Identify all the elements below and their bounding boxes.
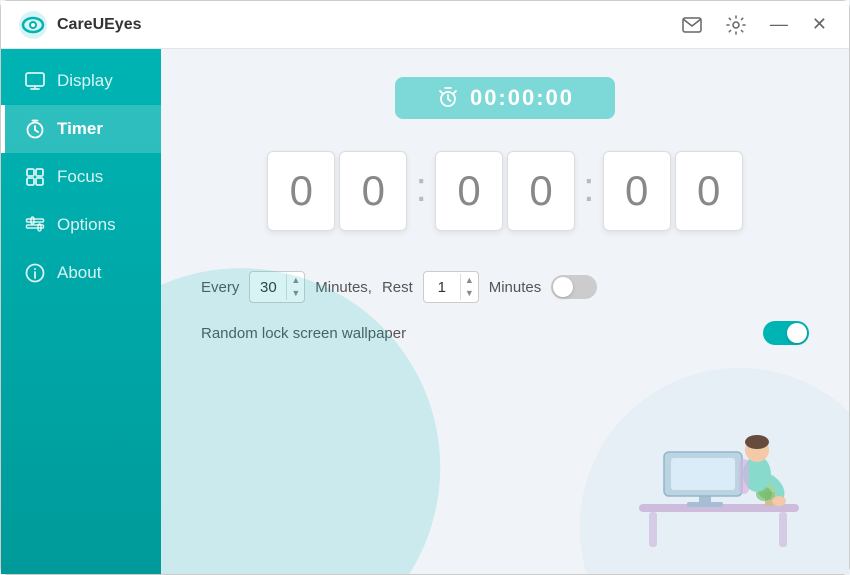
timer-badge: 00:00:00 <box>395 77 615 119</box>
rest-spinner[interactable]: ▲ ▼ <box>423 271 479 303</box>
minute-digit-2: 0 <box>507 151 575 231</box>
titlebar: CareUEyes — ✕ <box>1 1 849 49</box>
every-label: Every <box>201 279 239 296</box>
sidebar-label-about: About <box>57 263 101 283</box>
wallpaper-toggle[interactable] <box>763 321 809 345</box>
email-icon <box>682 17 702 33</box>
app-title: CareUEyes <box>57 16 676 34</box>
rest-down-arrow[interactable]: ▼ <box>461 287 478 300</box>
every-value[interactable] <box>250 279 286 296</box>
minutes-group: 0 0 <box>435 151 575 231</box>
rest-up-arrow[interactable]: ▲ <box>461 274 478 287</box>
app-logo <box>17 9 49 41</box>
focus-icon <box>25 167 45 187</box>
hours-group: 0 0 <box>267 151 407 231</box>
every-spinner[interactable]: ▲ ▼ <box>249 271 305 303</box>
gear-icon <box>726 15 746 35</box>
settings-button[interactable] <box>720 11 752 39</box>
every-arrows: ▲ ▼ <box>286 274 304 300</box>
options-icon <box>25 215 45 235</box>
sidebar-item-options[interactable]: Options <box>1 201 161 249</box>
about-icon <box>25 263 45 283</box>
colon-2: : <box>579 163 599 211</box>
minimize-icon: — <box>770 14 788 35</box>
rest-arrows: ▲ ▼ <box>460 274 478 300</box>
titlebar-actions: — ✕ <box>676 10 833 39</box>
sidebar-item-timer[interactable]: Timer <box>1 105 161 153</box>
sidebar-label-display: Display <box>57 71 113 91</box>
timer-toggle[interactable] <box>551 275 597 299</box>
hour-digit-2: 0 <box>339 151 407 231</box>
sidebar-item-focus[interactable]: Focus <box>1 153 161 201</box>
content-area: 00:00:00 0 0 : 0 0 : 0 0 Every <box>161 49 849 574</box>
close-button[interactable]: ✕ <box>806 10 833 39</box>
sidebar: Display Timer Focus <box>1 49 161 574</box>
main-layout: Display Timer Focus <box>1 49 849 574</box>
alarm-icon <box>436 86 460 110</box>
every-down-arrow[interactable]: ▼ <box>287 287 304 300</box>
email-button[interactable] <box>676 13 708 37</box>
rest-value[interactable] <box>424 279 460 296</box>
seconds-group: 0 0 <box>603 151 743 231</box>
close-icon: ✕ <box>812 14 827 35</box>
wallpaper-label: Random lock screen wallpaper <box>201 325 406 342</box>
display-icon <box>25 71 45 91</box>
minutes-label: Minutes, <box>315 279 372 296</box>
hour-digit-1: 0 <box>267 151 335 231</box>
minimize-button[interactable]: — <box>764 10 794 39</box>
sidebar-label-focus: Focus <box>57 167 103 187</box>
illustration <box>609 384 829 564</box>
second-digit-1: 0 <box>603 151 671 231</box>
sidebar-item-about[interactable]: About <box>1 249 161 297</box>
every-up-arrow[interactable]: ▲ <box>287 274 304 287</box>
colon-1: : <box>411 163 431 211</box>
second-digit-2: 0 <box>675 151 743 231</box>
timer-icon <box>25 119 45 139</box>
rest-minutes-label: Minutes <box>489 279 542 296</box>
minute-digit-1: 0 <box>435 151 503 231</box>
sidebar-label-timer: Timer <box>57 119 103 139</box>
settings-row-1: Every ▲ ▼ Minutes, Rest ▲ ▼ Minutes <box>201 271 809 303</box>
timer-badge-time: 00:00:00 <box>470 85 574 111</box>
settings-row-2: Random lock screen wallpaper <box>201 321 809 345</box>
sidebar-item-display[interactable]: Display <box>1 57 161 105</box>
rest-label: Rest <box>382 279 413 296</box>
sidebar-label-options: Options <box>57 215 116 235</box>
flip-clock: 0 0 : 0 0 : 0 0 <box>201 151 809 231</box>
